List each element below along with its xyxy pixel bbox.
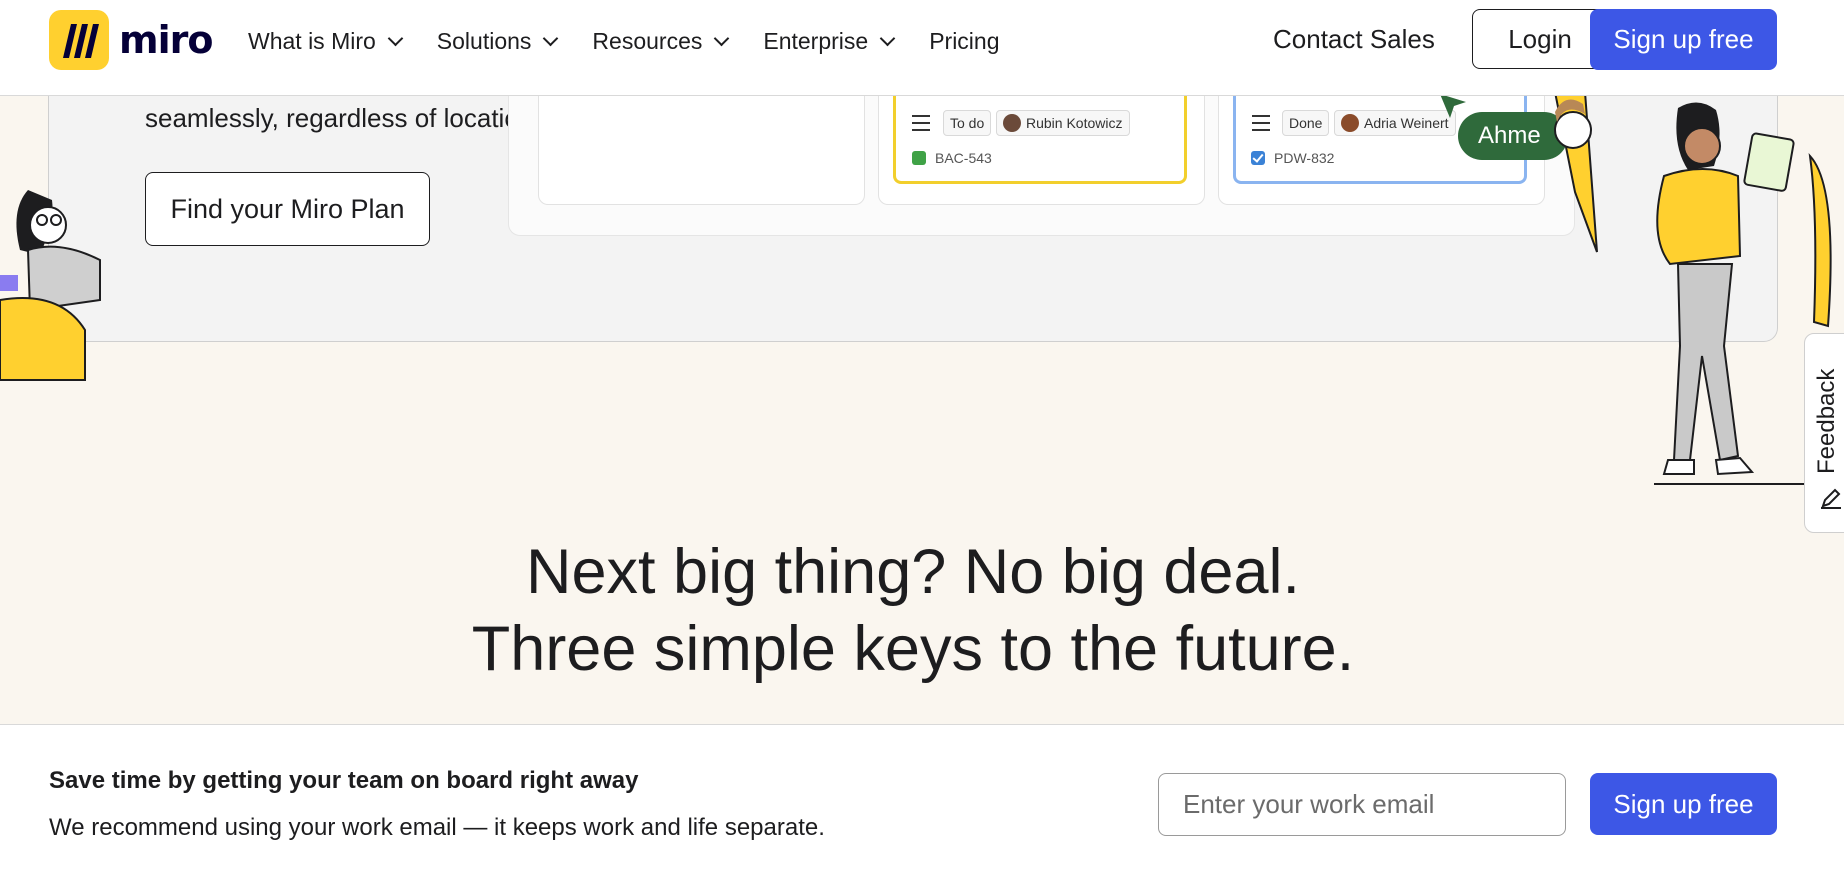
headline-line-1: Next big thing? No big deal. [526, 537, 1300, 607]
chevron-down-icon [543, 30, 559, 46]
login-button[interactable]: Login [1472, 9, 1608, 69]
signup-bar: Save time by getting your team on board … [0, 724, 1844, 885]
nav-solutions[interactable]: Solutions [436, 24, 559, 58]
headline-line-2: Three simple keys to the future. [471, 614, 1355, 684]
pencil-icon [1821, 488, 1841, 509]
nav-resources[interactable]: Resources [592, 24, 730, 58]
assignee-name: Adria Weinert [1364, 115, 1449, 131]
assignee-chip: Rubin Kotowicz [996, 110, 1130, 136]
avatar [1341, 114, 1359, 132]
feedback-label: Feedback [1813, 368, 1840, 474]
feedback-tab[interactable]: Feedback [1804, 333, 1844, 533]
nav-label: Enterprise [763, 27, 869, 54]
ticket-id: BAC-543 [912, 150, 992, 166]
description-icon [909, 110, 933, 134]
work-email-input[interactable] [1158, 773, 1566, 836]
nav-pricing[interactable]: Pricing [929, 24, 999, 58]
top-navigation: miro What is Miro Solutions Resources En… [0, 0, 1844, 96]
nav-label: Resources [592, 27, 703, 54]
avatar [1003, 114, 1021, 132]
checkbox-icon [1251, 151, 1265, 165]
chevron-down-icon [714, 30, 730, 46]
signup-bar-subtitle: We recommend using your work email — it … [49, 814, 825, 841]
logo-wordmark: miro [119, 18, 213, 62]
status-chip: Done [1282, 110, 1330, 136]
assignee-name: Rubin Kotowicz [1026, 115, 1123, 131]
ticket-label: PDW-832 [1274, 150, 1335, 166]
main-nav: What is Miro Solutions Resources Enterpr… [248, 24, 1036, 58]
signup-bar-title: Save time by getting your team on board … [49, 767, 639, 794]
nav-label: What is Miro [248, 27, 376, 54]
nav-what-is-miro[interactable]: What is Miro [248, 24, 404, 58]
man-illustration [1553, 92, 1598, 253]
chevron-down-icon [879, 30, 896, 46]
chevron-down-icon [387, 30, 404, 46]
ticket-id: PDW-832 [1251, 150, 1334, 166]
nav-enterprise[interactable]: Enterprise [763, 24, 896, 58]
find-plan-button[interactable]: Find your Miro Plan [145, 172, 430, 246]
status-chip: To do [943, 110, 992, 136]
woman-with-laptop-illustration [0, 190, 101, 381]
signup-bar-button[interactable]: Sign up free [1590, 773, 1777, 835]
miro-logo[interactable]: miro [49, 10, 213, 70]
hero-description: seamlessly, regardless of location. [145, 103, 541, 133]
signup-button[interactable]: Sign up free [1590, 9, 1777, 70]
section-headline: Next big thing? No big deal. Three simpl… [0, 534, 1826, 688]
ticket-label: BAC-543 [935, 150, 992, 166]
bookmark-icon [912, 151, 926, 165]
miro-logo-icon [49, 10, 109, 70]
cursor-arrow-icon [1440, 94, 1466, 118]
nav-label: Pricing [929, 27, 1000, 54]
description-icon [1249, 110, 1273, 134]
contact-sales-link[interactable]: Contact Sales [1273, 24, 1435, 55]
nav-label: Solutions [436, 27, 532, 54]
